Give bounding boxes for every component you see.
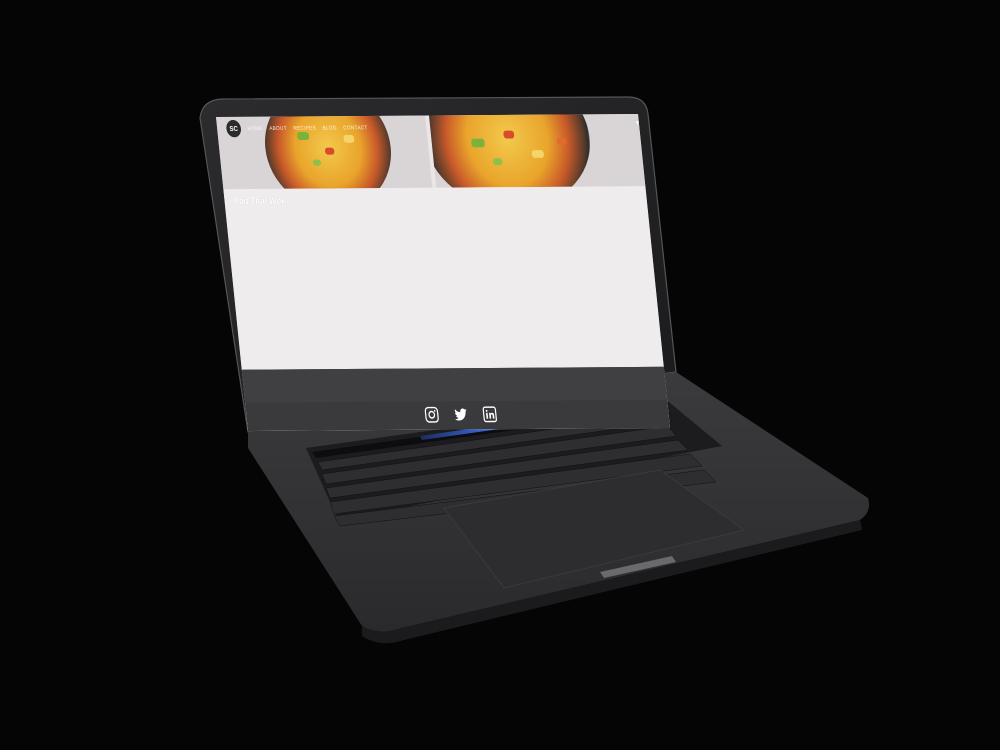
top-navigation: SC HOME ABOUT RECIPES BLOG CONTACT ▾ [216,114,650,141]
recipe-content: Pad Thai Wok [223,186,664,370]
footer-band [241,366,668,403]
recipe-intro [235,209,324,210]
nav-link-recipes[interactable]: RECIPES [293,125,316,131]
nav-link-contact[interactable]: CONTACT [343,125,368,131]
site-footer [241,366,671,431]
nav-link-home[interactable]: HOME [247,126,263,132]
linkedin-icon[interactable] [482,406,498,423]
nav-link-blog[interactable]: BLOG [322,125,337,131]
twitter-icon[interactable] [453,406,469,423]
recipe-title: Pad Thai Wok [233,195,287,207]
site-logo[interactable]: SC [225,119,242,138]
nav-link-about[interactable]: ABOUT [269,126,287,132]
social-links [424,406,498,424]
website-screen: SC HOME ABOUT RECIPES BLOG CONTACT ▾ Pad… [216,113,671,431]
instagram-icon[interactable] [424,406,440,423]
